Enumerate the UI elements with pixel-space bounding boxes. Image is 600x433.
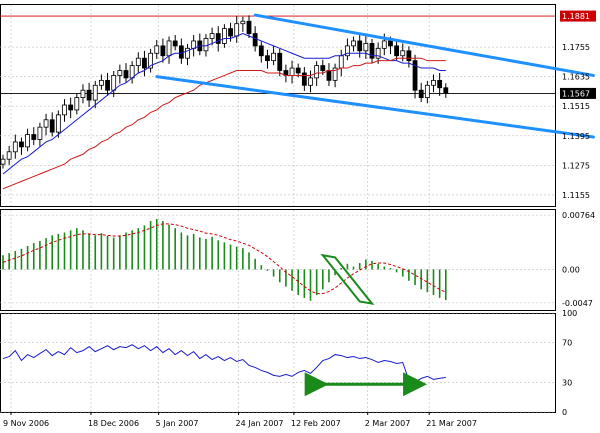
candle-body bbox=[381, 40, 387, 49]
price-tick-label-6: 1.1275 bbox=[562, 161, 590, 170]
candle-body bbox=[154, 45, 160, 54]
candle-body bbox=[394, 45, 400, 57]
panel-frame-3 bbox=[0, 313, 556, 413]
candle-body bbox=[265, 55, 270, 62]
candle-body bbox=[277, 52, 283, 71]
candle-body bbox=[178, 45, 184, 59]
candle-body bbox=[351, 40, 356, 47]
candle-body bbox=[142, 57, 147, 69]
candle-body bbox=[338, 55, 344, 69]
price-tick-label-5: 1.1395 bbox=[562, 132, 590, 141]
macd-panel bbox=[2, 218, 447, 306]
price-tick-label-7: 1.1155 bbox=[562, 191, 590, 200]
candle-body bbox=[37, 126, 43, 140]
candle-body bbox=[424, 84, 430, 99]
macd-tick-label-0: 0.00764 bbox=[562, 211, 595, 220]
candle-body bbox=[129, 65, 135, 79]
candle-body bbox=[62, 104, 67, 116]
trend-channel-line-1 bbox=[253, 13, 595, 77]
candle-body bbox=[271, 52, 277, 62]
candle-body bbox=[228, 28, 233, 37]
candle-body bbox=[6, 151, 12, 160]
candle-body bbox=[314, 65, 320, 79]
candle-body bbox=[406, 50, 412, 62]
date-label-6: 21 Mar 2007 bbox=[426, 419, 477, 428]
candle-body bbox=[49, 119, 55, 133]
candle-body bbox=[135, 57, 141, 66]
candle-body bbox=[295, 67, 301, 74]
candle-body bbox=[111, 75, 117, 91]
candle-body bbox=[357, 40, 363, 52]
candle-body bbox=[160, 45, 166, 57]
chart-root: 1.1881 1.1755 1.1635 1.1567 1.1515 1.1395 1.12… bbox=[0, 0, 600, 433]
price-panel bbox=[0, 13, 595, 190]
candle-body bbox=[363, 43, 369, 52]
candle-body bbox=[191, 40, 197, 49]
candle-body bbox=[437, 79, 443, 89]
candle-body bbox=[234, 23, 240, 37]
macd-highlight-box bbox=[320, 253, 375, 306]
oscillator-tick-label-2: 30 bbox=[562, 378, 572, 387]
candle-body bbox=[19, 141, 24, 148]
macd-tick-label-1: 0.00 bbox=[562, 265, 580, 274]
candle-body bbox=[92, 84, 98, 101]
price-tick-label-2: 1.1635 bbox=[562, 73, 590, 82]
candle-body bbox=[86, 89, 92, 101]
price-tick-label-0: 1.1881 bbox=[562, 12, 590, 21]
candle-body bbox=[308, 77, 313, 86]
candle-body bbox=[209, 33, 215, 39]
price-tick-label-1: 1.1755 bbox=[562, 43, 590, 52]
candle-body bbox=[172, 40, 178, 47]
oscillator-tick-label-3: 0 bbox=[562, 408, 567, 417]
panel-frame-1 bbox=[0, 4, 556, 207]
candle-body bbox=[74, 97, 80, 111]
candle-body bbox=[320, 65, 326, 71]
candle-body bbox=[203, 38, 209, 52]
candle-body bbox=[221, 28, 227, 44]
date-label-0: 9 Nov 2006 bbox=[3, 419, 49, 428]
candle-body bbox=[117, 70, 123, 76]
chart-canvas: 1.1881 1.1755 1.1635 1.1567 1.1515 1.1395 1.12… bbox=[0, 4, 596, 428]
candle-body bbox=[443, 87, 449, 94]
oscillator-line bbox=[2, 344, 446, 383]
candle-body bbox=[289, 67, 295, 76]
macd-tick-label-2: -0.0047 bbox=[562, 299, 593, 308]
candle-body bbox=[326, 70, 332, 81]
candle-body bbox=[31, 134, 37, 140]
panel-frame-2 bbox=[0, 209, 556, 311]
candle-body bbox=[400, 50, 406, 57]
date-label-3: 24 Jan 2007 bbox=[236, 419, 284, 428]
date-label-1: 18 Dec 2006 bbox=[88, 419, 139, 428]
candle-body bbox=[80, 89, 86, 99]
candle-body bbox=[301, 72, 307, 86]
candle-body bbox=[246, 20, 252, 34]
date-label-5: 2 Mar 2007 bbox=[365, 419, 411, 428]
candle-body bbox=[258, 45, 264, 57]
candle-body bbox=[431, 79, 436, 86]
trend-channel-line-2 bbox=[155, 75, 595, 139]
candle-body bbox=[0, 158, 6, 165]
candle-body bbox=[25, 134, 31, 148]
candle-body bbox=[68, 104, 74, 111]
oscillator-tick-label-1: 70 bbox=[562, 339, 572, 348]
candle-body bbox=[43, 119, 49, 128]
candle-body bbox=[240, 20, 246, 25]
candle-body bbox=[166, 40, 172, 57]
candle-body bbox=[252, 33, 258, 47]
oscillator-tick-label-0: 100 bbox=[562, 309, 577, 318]
price-tick-label-3: 1.1567 bbox=[562, 89, 590, 98]
candle-body bbox=[12, 141, 18, 153]
date-label-4: 12 Feb 2007 bbox=[291, 419, 341, 428]
candle-body bbox=[388, 40, 393, 47]
candle-body bbox=[55, 114, 61, 133]
candle-body bbox=[123, 70, 129, 79]
candle-body bbox=[418, 89, 424, 99]
moving-average-line-2 bbox=[2, 57, 446, 190]
price-tick-label-4: 1.1515 bbox=[562, 102, 590, 111]
oscillator-panel bbox=[2, 344, 446, 397]
date-label-2: 5 Jan 2007 bbox=[156, 419, 199, 428]
candle-body bbox=[99, 79, 104, 86]
candle-body bbox=[105, 79, 110, 91]
